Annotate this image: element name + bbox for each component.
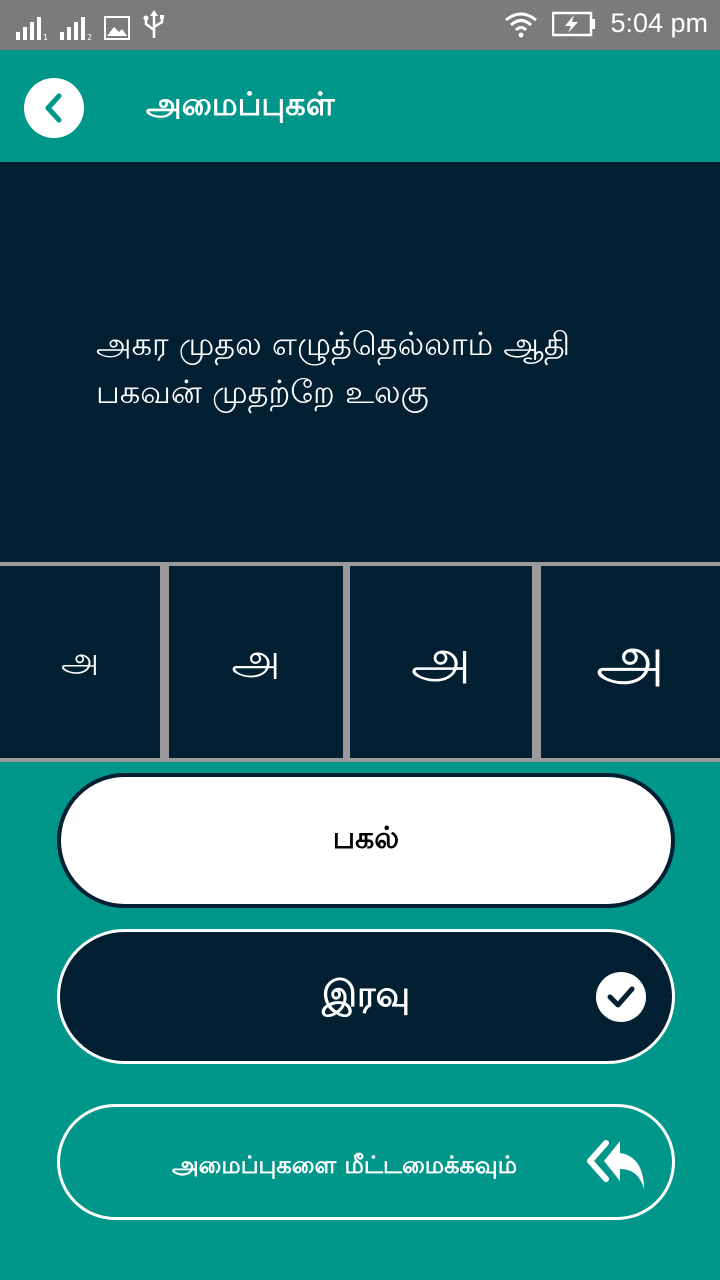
day-theme-button[interactable]: பகல் [57, 773, 675, 908]
signal-1-icon: 1 [16, 17, 48, 40]
day-theme-label: பகல் [332, 821, 400, 856]
battery-charging-icon [552, 11, 596, 36]
font-size-medium-option[interactable]: அ [169, 566, 343, 758]
app-bar: அமைப்புகள் [0, 50, 720, 162]
back-button[interactable] [24, 78, 84, 138]
page-title: அமைப்புகள் [146, 85, 335, 123]
font-size-small-glyph: அ [61, 640, 99, 680]
chevron-left-icon [45, 93, 62, 123]
text-preview-panel: அகர முதல எழுத்தெல்லாம் ஆதி பகவன் முதற்றே… [0, 162, 720, 562]
reply-all-icon [586, 1135, 648, 1199]
font-size-large-glyph: அ [410, 626, 471, 690]
status-time: 5:04 pm [610, 8, 708, 38]
preview-text: அகர முதல எழுத்தெல்லாம் ஆதி பகவன் முதற்றே… [96, 325, 571, 411]
status-bar: 1 2 5:04 pm [0, 0, 720, 50]
night-theme-button[interactable]: இரவு [57, 929, 675, 1064]
signal-2-icon: 2 [60, 17, 92, 40]
reset-settings-label: அமைப்புகளை மீட்டமைக்கவும் [172, 1151, 518, 1179]
image-icon [104, 16, 130, 40]
check-circle-icon [596, 972, 646, 1022]
font-size-selector: அ அ அ அ [0, 562, 720, 762]
font-size-large-option[interactable]: அ [350, 566, 532, 758]
reset-settings-button[interactable]: அமைப்புகளை மீட்டமைக்கவும் [57, 1104, 675, 1220]
svg-text:1: 1 [43, 33, 48, 40]
usb-icon [143, 10, 164, 38]
status-left-icons: 1 2 [16, 10, 166, 40]
font-size-medium-glyph: அ [231, 633, 281, 685]
font-size-small-option[interactable]: அ [0, 566, 160, 758]
svg-text:2: 2 [87, 33, 92, 40]
night-theme-label: இரவு [321, 973, 411, 1015]
status-right-icons: 5:04 pm [504, 8, 708, 39]
font-size-extra-large-option[interactable]: அ [541, 566, 720, 758]
font-size-extra-large-glyph: அ [596, 621, 665, 694]
wifi-icon [505, 12, 538, 37]
